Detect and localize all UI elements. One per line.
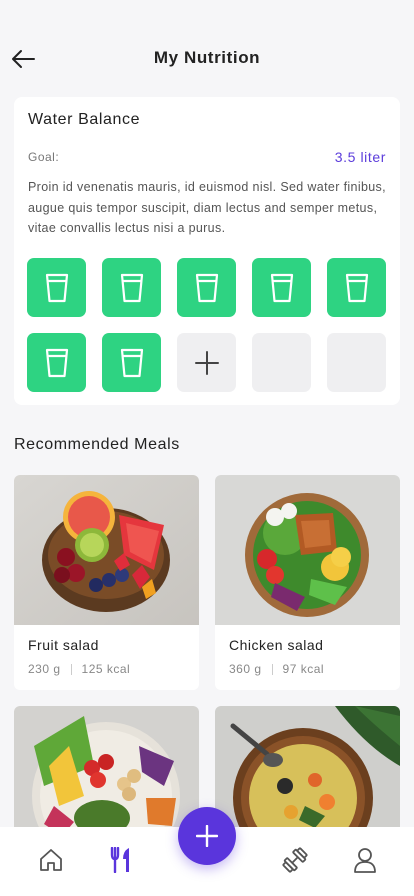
water-balance-card: Water Balance Goal: 3.5 liter Proin id v…: [14, 97, 400, 405]
chicken-salad-photo: [215, 475, 400, 625]
water-glass-filled[interactable]: [102, 258, 161, 317]
water-glass-empty: [327, 333, 386, 392]
glass-icon: [195, 273, 218, 302]
glass-icon: [45, 273, 68, 302]
nav-nutrition[interactable]: [106, 845, 136, 875]
glass-icon: [270, 273, 293, 302]
cutlery-icon: [110, 847, 129, 873]
glass-icon: [45, 348, 68, 377]
meal-card[interactable]: [215, 706, 400, 836]
glass-icon: [120, 273, 143, 302]
water-glass-filled[interactable]: [327, 258, 386, 317]
meal-meta: 360 g 97 kcal: [229, 662, 324, 676]
add-water-glass-button[interactable]: [177, 333, 236, 392]
nav-profile[interactable]: [350, 845, 380, 875]
meta-divider: [70, 663, 72, 675]
user-icon: [354, 848, 376, 873]
fruit-salad-photo: [14, 475, 199, 625]
goal-label: Goal:: [28, 150, 60, 164]
glass-icon: [345, 273, 368, 302]
water-glass-filled[interactable]: [177, 258, 236, 317]
nav-home[interactable]: [36, 845, 66, 875]
plus-icon: [196, 825, 218, 847]
home-icon: [40, 849, 62, 871]
water-glass-filled[interactable]: [27, 333, 86, 392]
plus-icon: [194, 350, 219, 375]
dumbbell-icon: [282, 847, 308, 873]
meta-divider: [271, 663, 273, 675]
add-fab-button[interactable]: [178, 807, 236, 865]
water-glass-filled[interactable]: [252, 258, 311, 317]
meal-meta: 230 g 125 kcal: [28, 662, 130, 676]
meal-weight: 230 g: [28, 662, 61, 676]
water-glass-filled[interactable]: [27, 258, 86, 317]
meal-weight: 360 g: [229, 662, 262, 676]
page-title: My Nutrition: [153, 48, 261, 67]
water-balance-title: Water Balance: [28, 111, 141, 128]
glass-icon: [120, 348, 143, 377]
grain-bowl-photo: [215, 706, 400, 836]
meal-card-fruit-salad[interactable]: Fruit salad 230 g 125 kcal: [14, 475, 199, 690]
buddha-bowl-photo: [14, 706, 199, 836]
meal-name: Chicken salad: [229, 637, 324, 653]
water-description: Proin id venenatis mauris, id euismod ni…: [28, 180, 386, 235]
meal-card[interactable]: [14, 706, 199, 836]
recommended-meals-title: Recommended Meals: [14, 436, 180, 453]
meal-card-chicken-salad[interactable]: Chicken salad 360 g 97 kcal: [215, 475, 400, 690]
goal-value: 3.5 liter: [334, 149, 386, 165]
water-glass-empty: [252, 333, 311, 392]
meal-calories: 97 kcal: [282, 662, 325, 676]
header: My Nutrition: [0, 0, 414, 110]
water-glass-filled[interactable]: [102, 333, 161, 392]
meal-name: Fruit salad: [28, 637, 99, 653]
nav-workout[interactable]: [280, 845, 310, 875]
meal-calories: 125 kcal: [81, 662, 131, 676]
